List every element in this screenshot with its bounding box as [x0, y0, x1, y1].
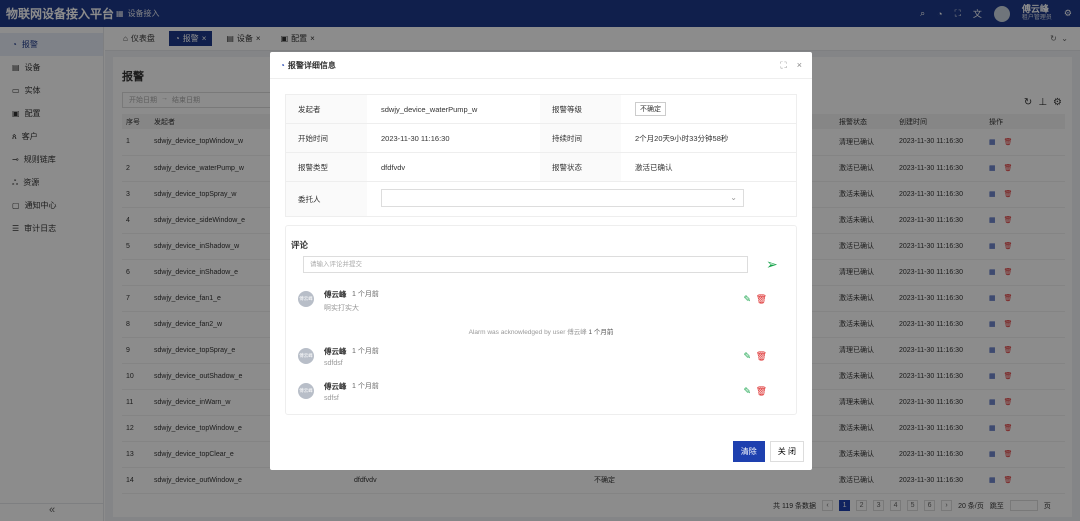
severity-label: 报警等级: [540, 95, 621, 123]
comment-text: 啊实打实大: [324, 305, 359, 312]
comment-author: 傅云峰: [324, 347, 347, 356]
originator-value: sdwjy_device_waterPump_w: [381, 104, 478, 114]
comment-time: 1 个月前: [352, 291, 379, 298]
comment-author: 傅云峰: [324, 290, 347, 299]
originator-label: 发起者: [286, 95, 367, 123]
comments-panel: 评论 请输入评论并提交 ➢ 傅云峰 傅云峰 1 个月前 啊实打实大 ✎ 🗑 Al…: [285, 225, 797, 415]
send-icon[interactable]: ➢: [766, 256, 778, 273]
chevron-down-icon: ⌄: [730, 193, 737, 202]
avatar: 傅云峰: [298, 291, 314, 307]
bell-icon: ◔: [280, 60, 285, 70]
start-time-value: 2023-11-30 11:16:30: [381, 133, 450, 143]
comment-time: 1 个月前: [352, 348, 379, 355]
clear-button[interactable]: 清除: [732, 441, 765, 462]
close-button[interactable]: 关 闭: [769, 441, 804, 462]
duration-label: 持续时间: [540, 124, 621, 152]
dialog-header: ◔ 报警详细信息 ⛶ ×: [270, 52, 812, 79]
comment-author: 傅云峰: [324, 382, 347, 391]
ack-text: Alarm was acknowledged by user 傅云峰: [468, 329, 587, 336]
start-time-label: 开始时间: [286, 124, 367, 152]
dialog-footer: 清除 关 闭: [732, 441, 804, 462]
edit-icon[interactable]: ✎: [743, 351, 751, 362]
edit-icon[interactable]: ✎: [743, 386, 751, 397]
comments-title: 评论: [291, 240, 309, 250]
duration-value: 2个月20天9小时33分钟58秒: [635, 133, 729, 143]
avatar: 傅云峰: [298, 383, 314, 399]
alarm-type-label: 报警类型: [286, 153, 367, 181]
comment-input[interactable]: 请输入评论并提交: [303, 256, 748, 273]
comment-item: 傅云峰 傅云峰 1 个月前 sdfsf ✎ 🗑: [298, 381, 783, 407]
ack-log: Alarm was acknowledged by user 傅云峰 1 个月前: [286, 326, 796, 336]
ack-time: 1 个月前: [588, 329, 614, 336]
avatar: 傅云峰: [298, 348, 314, 364]
alarm-status-value: 激活已确认: [635, 162, 673, 172]
comment-text: sdfsf: [324, 395, 339, 402]
alarm-detail-dialog: ◔ 报警详细信息 ⛶ × 发起者 sdwjy_device_waterPump_…: [270, 52, 812, 470]
alarm-info-table: 发起者 sdwjy_device_waterPump_w 报警等级 不确定 开始…: [285, 94, 797, 217]
alarm-status-label: 报警状态: [540, 153, 621, 181]
comment-item: 傅云峰 傅云峰 1 个月前 啊实打实大 ✎ 🗑: [298, 289, 783, 315]
assignee-select[interactable]: ⌄: [381, 189, 744, 207]
comment-item: 傅云峰 傅云峰 1 个月前 sdfdsf ✎ 🗑: [298, 346, 783, 372]
dialog-title: 报警详细信息: [287, 60, 336, 70]
delete-icon[interactable]: 🗑: [756, 386, 767, 397]
comment-time: 1 个月前: [352, 383, 379, 390]
alarm-type-value: dfdfvdv: [381, 162, 406, 172]
close-icon[interactable]: ×: [797, 60, 802, 71]
delete-icon[interactable]: 🗑: [756, 351, 767, 362]
fullscreen-icon[interactable]: ⛶: [780, 60, 786, 71]
comment-text: sdfdsf: [324, 360, 343, 367]
edit-icon[interactable]: ✎: [743, 294, 751, 305]
severity-tag: 不确定: [635, 102, 666, 116]
assignee-label: 委托人: [286, 182, 367, 216]
delete-icon[interactable]: 🗑: [756, 294, 767, 305]
